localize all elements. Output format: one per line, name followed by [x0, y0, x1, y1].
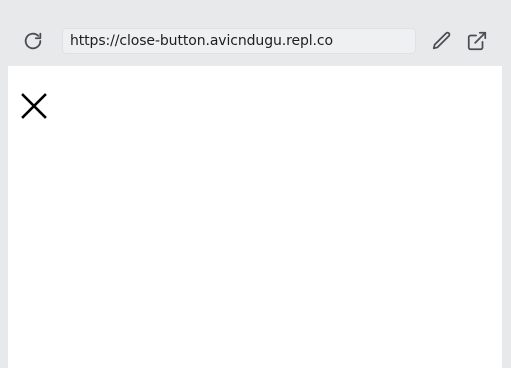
reload-icon — [22, 30, 44, 52]
browser-window: https://close-button.avicndugu.repl.co — [0, 0, 511, 368]
close-icon — [21, 93, 47, 123]
external-link-icon — [466, 30, 488, 52]
edit-button[interactable] — [428, 27, 456, 55]
address-bar[interactable]: https://close-button.avicndugu.repl.co — [62, 28, 416, 54]
address-url: https://close-button.avicndugu.repl.co — [70, 33, 333, 49]
close-button[interactable] — [20, 93, 48, 123]
pencil-icon — [431, 30, 453, 52]
page-viewport — [8, 66, 502, 368]
browser-toolbar: https://close-button.avicndugu.repl.co — [0, 0, 511, 66]
reload-button[interactable] — [19, 27, 47, 55]
open-in-new-tab-button[interactable] — [463, 27, 491, 55]
